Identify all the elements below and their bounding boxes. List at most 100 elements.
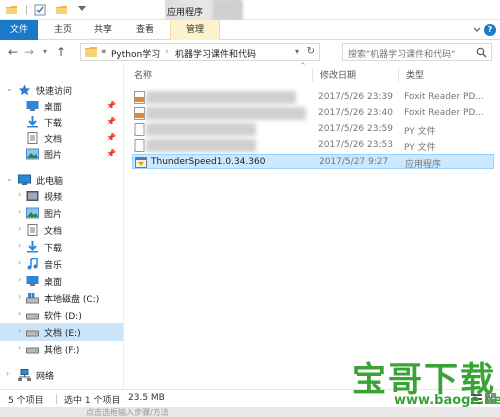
chevron-right-icon[interactable]: › bbox=[18, 207, 21, 216]
chevron-right-icon[interactable]: › bbox=[18, 326, 21, 335]
file-date: 2017/5/26 23:59 bbox=[318, 124, 393, 134]
sidebar-item-label: 图片 bbox=[44, 151, 63, 161]
sidebar-item-network[interactable]: › 网络 bbox=[0, 366, 123, 384]
chevron-down-icon[interactable]: ⌄ bbox=[6, 84, 13, 93]
tab-home[interactable]: 主页 bbox=[48, 20, 78, 40]
recent-locations-button[interactable]: ▾ bbox=[38, 45, 52, 59]
video-icon bbox=[26, 191, 39, 201]
file-row[interactable]: 2017/5/26 23:53 PY 文件 bbox=[132, 138, 494, 153]
tab-view[interactable]: 查看 bbox=[130, 20, 160, 40]
new-folder-icon[interactable] bbox=[56, 4, 68, 16]
breadcrumb-current-folder[interactable]: 机器学习课件和代码 bbox=[175, 47, 256, 60]
document-icon bbox=[27, 224, 38, 236]
sidebar-item-label: 桌面 bbox=[44, 278, 63, 288]
forward-button[interactable]: → bbox=[22, 45, 36, 59]
redacted-filename bbox=[146, 91, 296, 104]
expand-ribbon-icon[interactable] bbox=[472, 25, 482, 35]
divider bbox=[26, 5, 27, 15]
file-date: 2017/5/26 23:39 bbox=[318, 92, 393, 102]
address-dropdown-icon[interactable]: ▾ bbox=[295, 47, 299, 56]
ribbon-tabs: 文件 主页 共享 查看 管理 ? bbox=[0, 20, 500, 40]
sidebar-item-label: 文档 (E:) bbox=[44, 329, 81, 339]
sidebar-item-drive-c[interactable]: › 本地磁盘 (C:) bbox=[0, 289, 123, 307]
pin-icon[interactable]: 📌 bbox=[106, 149, 116, 158]
title-bar: 应用程序 bbox=[0, 0, 500, 20]
sidebar-item-videos[interactable]: › 视频 bbox=[0, 187, 123, 205]
column-header-type[interactable]: 类型 bbox=[406, 68, 424, 84]
search-icon[interactable] bbox=[476, 47, 487, 58]
address-bar[interactable]: « Python学习 › 机器学习课件和代码 ▾ ↻ bbox=[80, 43, 320, 61]
redacted-title bbox=[213, 0, 243, 20]
search-input[interactable]: 搜索"机器学习课件和代码" bbox=[348, 47, 455, 60]
download-icon bbox=[27, 241, 38, 253]
refresh-icon[interactable]: ↻ bbox=[307, 46, 315, 57]
file-row-selected[interactable]: ThunderSpeed1.0.34.360 2017/5/27 9:27 应用… bbox=[132, 154, 494, 170]
chevron-right-icon[interactable]: › bbox=[18, 275, 21, 284]
file-row[interactable]: 2017/5/26 23:40 Foxit Reader PD... bbox=[132, 106, 494, 121]
sidebar-item-documents-pc[interactable]: › 文档 bbox=[0, 221, 123, 239]
breadcrumb-python[interactable]: Python学习 bbox=[111, 47, 160, 60]
pin-icon[interactable]: 📌 bbox=[106, 117, 116, 126]
file-row[interactable]: 2017/5/26 23:39 Foxit Reader PD... bbox=[132, 90, 494, 105]
back-button[interactable]: ← bbox=[6, 45, 20, 59]
sidebar-item-pictures-pc[interactable]: › 图片 bbox=[0, 204, 123, 222]
sidebar-item-drive-e[interactable]: › 文档 (E:) bbox=[0, 323, 123, 341]
tab-share[interactable]: 共享 bbox=[88, 20, 118, 40]
column-header-name[interactable]: 名称 bbox=[134, 68, 152, 84]
customize-toolbar-icon[interactable] bbox=[78, 6, 86, 12]
chevron-right-icon[interactable]: › bbox=[18, 190, 21, 199]
sidebar-item-label: 下载 bbox=[44, 119, 63, 129]
sidebar-item-drive-d[interactable]: › 软件 (D:) bbox=[0, 306, 123, 324]
tab-file[interactable]: 文件 bbox=[0, 20, 38, 40]
chevron-right-icon[interactable]: › bbox=[18, 241, 21, 250]
file-row[interactable]: 2017/5/26 23:59 PY 文件 bbox=[132, 122, 494, 137]
breadcrumb-separator[interactable]: › bbox=[165, 47, 169, 57]
chevron-right-icon[interactable]: › bbox=[6, 369, 9, 378]
py-file-icon bbox=[134, 139, 145, 152]
chevron-right-icon[interactable]: › bbox=[18, 309, 21, 318]
sidebar-item-label: 文档 bbox=[44, 227, 63, 237]
properties-icon[interactable] bbox=[34, 4, 46, 16]
pin-icon[interactable]: 📌 bbox=[106, 133, 116, 142]
pin-icon[interactable]: 📌 bbox=[106, 101, 116, 110]
breadcrumb-overflow[interactable]: « bbox=[101, 47, 107, 57]
py-file-icon bbox=[134, 123, 145, 136]
chevron-right-icon[interactable]: › bbox=[18, 292, 21, 301]
desktop-icon bbox=[26, 276, 39, 286]
sidebar-item-downloads-pc[interactable]: › 下载 bbox=[0, 238, 123, 256]
desktop-icon bbox=[26, 101, 39, 111]
sidebar-item-label: 其他 (F:) bbox=[44, 346, 80, 356]
folder-icon bbox=[85, 47, 97, 57]
redacted-filename bbox=[146, 123, 256, 136]
column-divider[interactable] bbox=[312, 68, 313, 82]
pictures-icon bbox=[26, 207, 39, 219]
item-count: 5 个项目 bbox=[8, 396, 44, 406]
sidebar-item-label: 软件 (D:) bbox=[44, 312, 82, 322]
sidebar-item-label: 桌面 bbox=[44, 103, 63, 113]
sidebar-item-label: 文档 bbox=[44, 135, 63, 145]
context-tab-label: 应用程序 bbox=[167, 8, 204, 18]
column-divider[interactable] bbox=[398, 68, 399, 82]
folder-icon[interactable] bbox=[6, 4, 18, 16]
chevron-down-icon[interactable]: ⌄ bbox=[6, 174, 13, 183]
chevron-right-icon[interactable]: › bbox=[18, 258, 21, 267]
sidebar-item-drive-f[interactable]: › 其他 (F:) bbox=[0, 340, 123, 358]
computer-icon bbox=[18, 174, 31, 185]
pdf-icon bbox=[134, 107, 145, 120]
sidebar-item-music[interactable]: › 音乐 bbox=[0, 255, 123, 273]
chevron-right-icon[interactable]: › bbox=[18, 224, 21, 233]
tab-manage[interactable]: 管理 bbox=[170, 20, 220, 40]
file-date: 2017/5/26 23:40 bbox=[318, 108, 393, 118]
chevron-right-icon[interactable]: › bbox=[18, 343, 21, 352]
file-list: ^ 名称 修改日期 类型 2017/5/26 23:39 Foxit Reade… bbox=[124, 62, 500, 389]
up-button[interactable]: ↑ bbox=[54, 45, 68, 59]
help-icon[interactable]: ? bbox=[484, 24, 496, 36]
pictures-icon bbox=[26, 148, 39, 160]
sidebar-item-desktop-pc[interactable]: › 桌面 bbox=[0, 272, 123, 290]
search-box[interactable]: 搜索"机器学习课件和代码" bbox=[342, 43, 492, 61]
sidebar-item-pictures[interactable]: 图片 📌 bbox=[0, 145, 123, 163]
sidebar-item-label: 视频 bbox=[44, 193, 63, 203]
column-header-date[interactable]: 修改日期 bbox=[320, 68, 356, 84]
network-icon bbox=[18, 369, 31, 381]
file-type: Foxit Reader PD... bbox=[404, 108, 484, 118]
